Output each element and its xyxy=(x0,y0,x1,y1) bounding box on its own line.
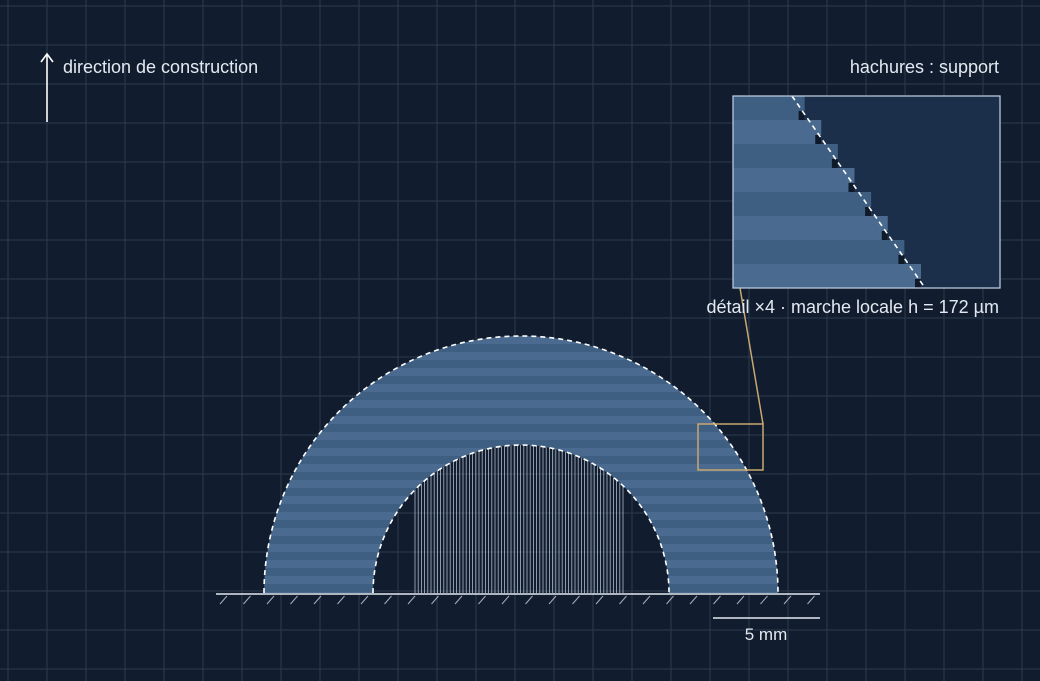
detail-inset xyxy=(732,95,1001,289)
build-plate-tick xyxy=(219,595,228,605)
inset-layer-step xyxy=(733,240,905,264)
arch-layer xyxy=(264,536,778,545)
build-plate-tick xyxy=(619,595,627,605)
inset-step-notch xyxy=(848,183,855,192)
inset-layer-step xyxy=(733,264,921,288)
arch-layer xyxy=(264,432,778,441)
arch-layer xyxy=(264,352,778,361)
build-plate-tick xyxy=(666,595,674,605)
detail-caption: détail ×4 · marche locale h = 172 µm xyxy=(706,297,999,317)
build-plate-tick xyxy=(595,595,604,605)
arch-layer xyxy=(264,400,778,409)
build-plate-tick xyxy=(501,595,510,605)
build-plate-tick xyxy=(384,595,392,605)
build-direction-indicator: direction de construction xyxy=(40,52,258,122)
build-plate-tick xyxy=(736,595,745,605)
scale-bar: 5 mm xyxy=(713,617,820,644)
scale-bar-label: 5 mm xyxy=(745,625,788,644)
build-plate xyxy=(216,593,820,605)
build-plate-tick xyxy=(360,595,369,605)
build-plate-tick xyxy=(807,595,815,605)
build-plate-tick xyxy=(337,595,345,605)
inset-layer-step xyxy=(733,120,822,144)
slicing-diagram: direction de construction hachures : sup… xyxy=(0,0,1040,681)
build-plate-tick xyxy=(290,595,298,605)
arch-layer xyxy=(264,344,778,353)
arch-layer xyxy=(264,416,778,425)
inset-layer-step xyxy=(733,216,888,240)
arch-layer xyxy=(264,336,778,345)
build-direction-label: direction de construction xyxy=(63,57,258,77)
arrow-up-icon xyxy=(40,52,54,122)
arch-layer xyxy=(264,520,778,529)
arch-layer xyxy=(264,448,778,457)
arch-layer xyxy=(264,568,778,577)
arch-layer xyxy=(264,424,778,433)
arch-layer xyxy=(264,488,778,497)
build-plate-tick xyxy=(713,595,721,605)
arch-layer xyxy=(264,384,778,393)
sliced-arch xyxy=(263,335,779,594)
arch-layer xyxy=(264,504,778,513)
arch-layer xyxy=(264,368,778,377)
inset-layer-step xyxy=(733,144,838,168)
arch-layer xyxy=(264,544,778,553)
inset-layer-step xyxy=(733,192,872,216)
arch-layer xyxy=(264,464,778,473)
arch-layer xyxy=(264,528,778,537)
build-plate-tick xyxy=(454,595,463,605)
inset-step-notch xyxy=(915,279,921,288)
build-plate-tick xyxy=(478,595,486,605)
inset-step-notch xyxy=(898,255,905,264)
build-plate-tick xyxy=(760,595,768,605)
inset-step-notch xyxy=(831,159,838,168)
build-plate-tick xyxy=(266,595,275,605)
build-plate-tick xyxy=(525,595,533,605)
arch-layer xyxy=(264,576,778,585)
arch-layer xyxy=(264,376,778,385)
arch-layer xyxy=(264,552,778,561)
arch-layer xyxy=(264,456,778,465)
build-plate-tick xyxy=(243,595,251,605)
build-plate-tick xyxy=(689,595,698,605)
arch-layer xyxy=(264,440,778,449)
build-plate-tick xyxy=(572,595,580,605)
arch-layer xyxy=(264,496,778,505)
arch-layer xyxy=(264,480,778,489)
arch-layer xyxy=(264,360,778,369)
build-plate-tick xyxy=(407,595,416,605)
arch-layer xyxy=(264,560,778,569)
build-plate-tick xyxy=(642,595,651,605)
inset-layer-step xyxy=(733,168,855,192)
arch-layer xyxy=(264,472,778,481)
build-plate-tick xyxy=(548,595,557,605)
hatch-legend-label: hachures : support xyxy=(850,57,999,77)
